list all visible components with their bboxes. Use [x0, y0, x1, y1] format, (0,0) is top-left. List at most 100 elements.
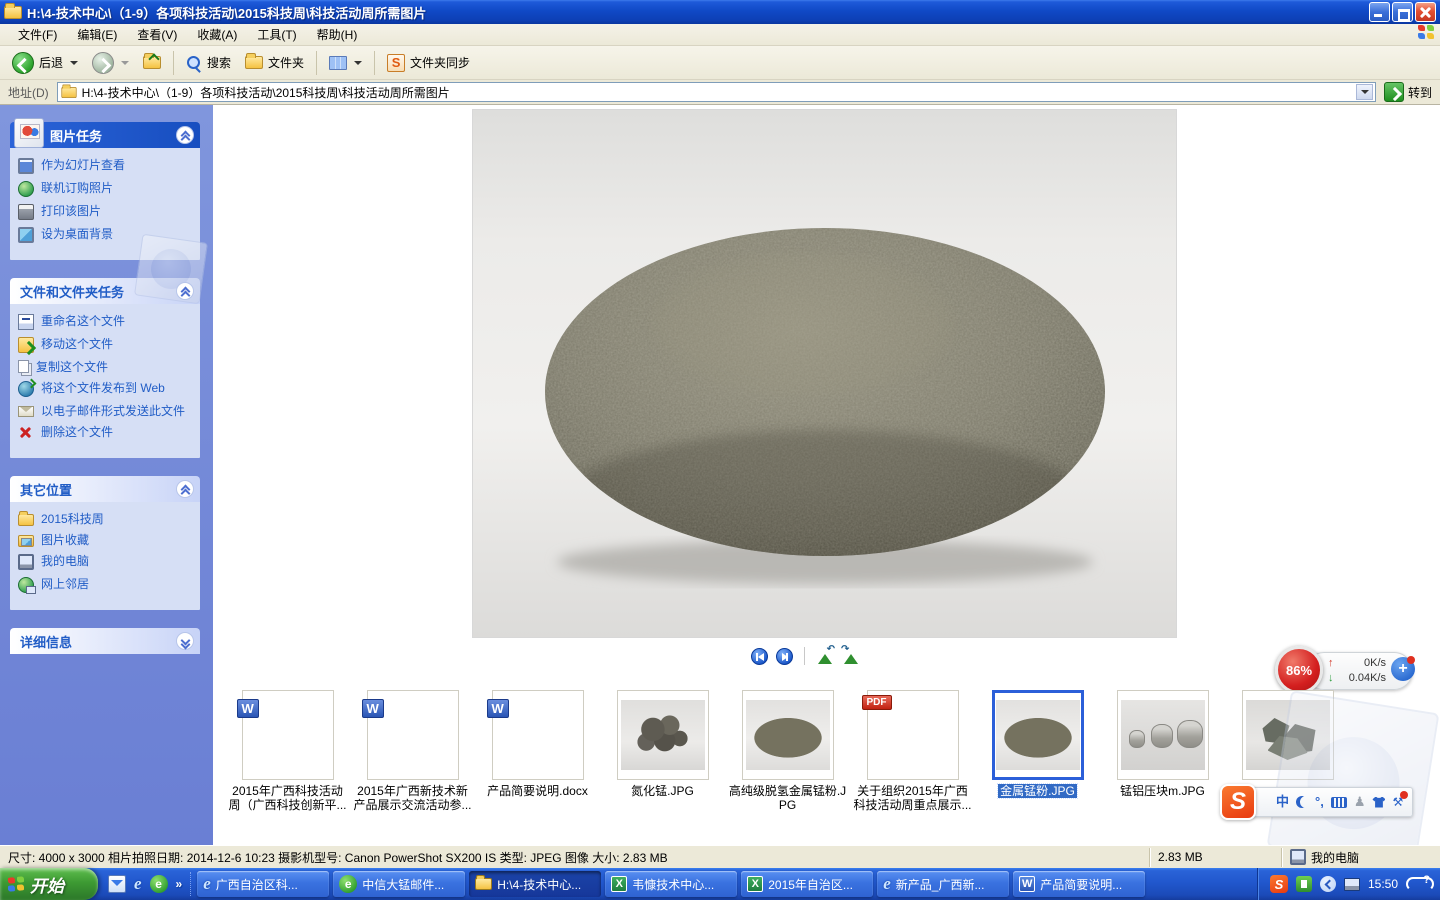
menu-item[interactable]: 收藏(A) — [187, 24, 247, 45]
thumbnail-label[interactable]: 锰铝压块m.JPG — [1120, 784, 1205, 798]
collapse-chevron-icon[interactable] — [176, 480, 194, 498]
thumbnail-box[interactable]: W — [492, 690, 584, 780]
place-link[interactable]: 网上邻居 — [18, 577, 194, 593]
sogou-logo-icon[interactable]: S — [1220, 784, 1256, 820]
thumbnail-label[interactable]: 关于组织2015年广西科技活动周重点展示... — [852, 784, 974, 812]
views-button[interactable] — [323, 53, 368, 73]
thumbnail-box[interactable] — [992, 690, 1084, 780]
thumbnail-item[interactable]: 氮化锰.JPG — [600, 690, 725, 840]
thumbnail-item[interactable]: W 2015年广西新技术新产品展示交流活动参... — [350, 690, 475, 840]
thumbnail-label[interactable]: 2015年广西科技活动周（广西科技创新平... — [227, 784, 349, 812]
memory-percent-badge[interactable]: 86% — [1275, 646, 1323, 694]
quick-launch-overflow-chevron[interactable]: » — [176, 877, 181, 891]
thumbnail-item[interactable]: 金属锰粉.JPG — [975, 690, 1100, 840]
minimize-button[interactable] — [1369, 2, 1390, 22]
start-button[interactable]: 开始 — [0, 868, 98, 900]
menu-item[interactable]: 文件(F) — [8, 24, 67, 45]
address-dropdown-button[interactable] — [1356, 84, 1373, 100]
tray-collapse-chevron[interactable] — [1320, 876, 1336, 892]
thumbnail-label[interactable]: 氮化锰.JPG — [631, 784, 694, 798]
task-link[interactable]: 移动这个文件 — [18, 337, 194, 353]
ime-fullhalf-moon-icon[interactable] — [1296, 796, 1308, 808]
thumbnail-item[interactable]: PDF 关于组织2015年广西科技活动周重点展示... — [850, 690, 975, 840]
panel-details-header[interactable]: 详细信息 — [10, 628, 200, 654]
tray-cloud-icon[interactable] — [1406, 876, 1432, 892]
place-link[interactable]: 图片收藏 — [18, 533, 194, 547]
thumbnail-label[interactable]: 高纯级脱氢金属锰粉.JPG — [727, 784, 849, 812]
back-dropdown-icon[interactable] — [70, 61, 78, 65]
collapse-chevron-icon[interactable] — [176, 282, 194, 300]
thumbnail-box[interactable] — [617, 690, 709, 780]
taskbar-window-button[interactable]: X 韦慷技术中心... — [605, 871, 737, 897]
ime-keyboard-icon[interactable] — [1331, 797, 1347, 808]
ime-settings-icon[interactable]: ⚒ — [1392, 795, 1403, 809]
thumbnail-box[interactable]: W — [242, 690, 334, 780]
ime-toolbar[interactable]: S 中 °, ♟ ⚒ — [1245, 787, 1413, 817]
place-link[interactable]: 2015科技周 — [18, 512, 194, 526]
taskbar-window-button[interactable]: e 广西自治区科... — [197, 871, 329, 897]
taskbar-window-button[interactable]: H:\4-技术中心... — [469, 871, 601, 897]
menu-item[interactable]: 帮助(H) — [307, 24, 368, 45]
thumbnail-box[interactable]: W — [367, 690, 459, 780]
task-link[interactable]: 联机订购照片 — [18, 181, 194, 197]
rotate-counterclockwise-button[interactable] — [816, 648, 834, 664]
menu-item[interactable]: 工具(T) — [247, 24, 306, 45]
system-tray: S 15:50 — [1257, 868, 1440, 900]
thumbnail-item[interactable]: 高纯级脱氢金属锰粉.JPG — [725, 690, 850, 840]
task-link[interactable]: 将这个文件发布到 Web — [18, 381, 194, 397]
thumbnail-item[interactable]: W 2015年广西科技活动周（广西科技创新平... — [225, 690, 350, 840]
expand-chevron-icon[interactable] — [176, 632, 194, 650]
thumbnail-box[interactable] — [742, 690, 834, 780]
forward-dropdown-icon[interactable] — [121, 61, 129, 65]
ime-mode-chinese[interactable]: 中 — [1276, 788, 1289, 816]
folder-sync-button[interactable]: S 文件夹同步 — [381, 51, 476, 75]
ime-punctuation[interactable]: °, — [1315, 788, 1324, 816]
thumbnail-item[interactable]: W 产品简要说明.docx — [475, 690, 600, 840]
rotate-clockwise-button[interactable] — [842, 648, 860, 664]
thumbnail-label[interactable]: 产品简要说明.docx — [487, 784, 588, 798]
ime-skin-icon[interactable] — [1372, 797, 1385, 808]
restore-button[interactable] — [1392, 2, 1413, 22]
collapse-chevron-icon[interactable] — [176, 126, 194, 144]
views-dropdown-icon[interactable] — [354, 61, 362, 65]
previous-image-button[interactable] — [751, 648, 768, 665]
thumbnail-label[interactable]: 2015年广西新技术新产品展示交流活动参... — [352, 784, 474, 812]
ime-account-icon[interactable]: ♟ — [1354, 788, 1366, 816]
outlook-express-icon[interactable] — [108, 875, 126, 893]
task-link[interactable]: 重命名这个文件 — [18, 314, 194, 330]
taskbar-window-button[interactable]: e 新产品_广西新... — [877, 871, 1009, 897]
go-button[interactable]: 转到 — [1380, 82, 1436, 102]
address-input[interactable]: H:\4-技术中心\（1-9）各项科技活动\2015科技周\科技活动周所需图片 — [57, 82, 1376, 102]
thumbnail-box[interactable]: PDF — [867, 690, 959, 780]
folders-button[interactable]: 文件夹 — [239, 51, 310, 74]
thumbnail-box[interactable] — [1117, 690, 1209, 780]
tray-sogou-icon[interactable]: S — [1270, 875, 1288, 893]
menu-item[interactable]: 编辑(E) — [67, 24, 127, 45]
menu-item[interactable]: 查看(V) — [127, 24, 187, 45]
taskbar-window-button[interactable]: X 2015年自治区... — [741, 871, 873, 897]
place-link[interactable]: 我的电脑 — [18, 554, 194, 570]
forward-button[interactable] — [86, 49, 135, 77]
panel-other-places-header[interactable]: 其它位置 — [10, 476, 200, 502]
internet-explorer-icon[interactable]: e — [134, 875, 142, 893]
tray-usb-icon[interactable] — [1296, 876, 1312, 892]
tray-network-icon[interactable] — [1344, 878, 1360, 891]
task-link[interactable]: 复制这个文件 — [18, 360, 194, 374]
task-link[interactable]: 作为幻灯片查看 — [18, 158, 194, 174]
panel-picture-tasks-header[interactable]: 图片任务 — [10, 122, 200, 148]
back-button[interactable]: 后退 — [6, 49, 84, 77]
thumbnail-label[interactable]: 金属锰粉.JPG — [998, 784, 1077, 798]
search-button[interactable]: 搜索 — [180, 51, 237, 74]
task-link[interactable]: 删除这个文件 — [18, 425, 194, 441]
task-link[interactable]: 打印该图片 — [18, 204, 194, 220]
browser-green-icon[interactable]: e — [150, 875, 168, 893]
download-arrow-icon: ↓ — [1328, 671, 1334, 686]
close-button[interactable] — [1415, 2, 1436, 22]
taskbar-window-button[interactable]: e 中信大锰邮件... — [333, 871, 465, 897]
task-link[interactable]: 以电子邮件形式发送此文件 — [18, 404, 194, 418]
speed-monitor-plus-button[interactable]: + — [1391, 657, 1415, 681]
up-button[interactable] — [137, 53, 167, 72]
next-image-button[interactable] — [776, 648, 793, 665]
taskbar-window-button[interactable]: W 产品简要说明... — [1013, 871, 1145, 897]
thumbnail-item[interactable]: 锰铝压块m.JPG — [1100, 690, 1225, 840]
